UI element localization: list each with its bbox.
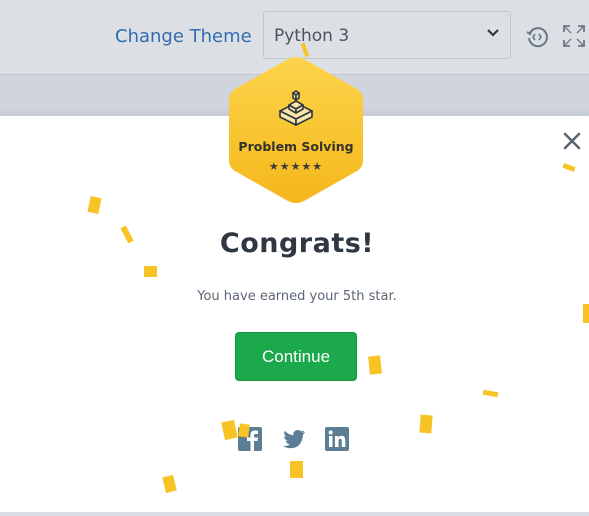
badge-title: Problem Solving (238, 139, 354, 154)
badge-hexagon (229, 57, 363, 203)
confetti-piece (144, 266, 157, 277)
confetti-piece (419, 414, 433, 434)
close-icon[interactable] (561, 130, 583, 152)
modal-bottom-edge (0, 512, 589, 516)
continue-button[interactable]: Continue (235, 332, 357, 381)
confetti-piece (290, 461, 303, 478)
achievement-message: You have earned your 5th star. (197, 289, 397, 304)
confetti-piece (368, 355, 382, 375)
twitter-icon[interactable] (281, 426, 307, 452)
congrats-heading: Congrats! (219, 228, 375, 259)
linkedin-icon[interactable] (324, 426, 350, 452)
confetti-piece (238, 423, 250, 438)
badge-stars: ★★★★★ (268, 160, 324, 173)
problem-solving-icon (279, 90, 313, 126)
confetti-piece (583, 304, 589, 323)
